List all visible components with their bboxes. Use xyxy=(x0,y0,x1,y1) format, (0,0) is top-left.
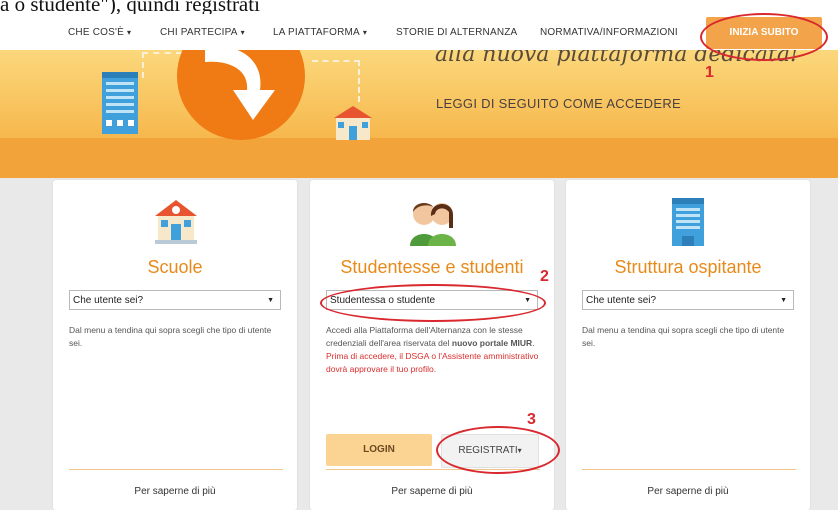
nav-item-che-cose[interactable]: CHE COS'È ▾ xyxy=(68,27,131,38)
warning-text: Prima di accedere, il DSGA o l'Assistent… xyxy=(326,351,539,374)
card-description: Dal menu a tendina qui sopra scegli che … xyxy=(582,325,785,348)
logo-arrow-icon xyxy=(177,50,305,140)
nav-item-chi-partecipa[interactable]: CHI PARTECIPA ▾ xyxy=(160,27,245,38)
learn-more-link[interactable]: Per saperne di più xyxy=(566,486,810,497)
card-struttura: Struttura ospitante Che utente sei? ▼ Dal… xyxy=(566,180,810,510)
divider xyxy=(69,469,283,470)
card-title: Scuole xyxy=(147,257,203,277)
hero-subtitle: LEGGI DI SEGUITO COME ACCEDERE xyxy=(436,96,681,111)
portal-name: nuovo portale MIUR xyxy=(451,338,533,348)
dropdown-arrow-icon: ▼ xyxy=(267,297,274,304)
select-value: Che utente sei? xyxy=(73,295,144,306)
nav-item-la-piattaforma[interactable]: LA PIATTAFORMA ▾ xyxy=(273,27,367,38)
annotation-number: 1 xyxy=(705,64,714,81)
chevron-down-icon: ▾ xyxy=(240,28,245,37)
login-button[interactable]: LOGIN xyxy=(326,434,432,466)
nav-item-storie[interactable]: STORIE DI ALTERNANZA xyxy=(396,27,517,38)
select-value: Che utente sei? xyxy=(586,295,657,306)
students-icon xyxy=(410,203,456,246)
annotation-ring xyxy=(320,284,546,322)
annotation-ring xyxy=(436,426,560,474)
building-icon xyxy=(672,198,704,246)
school-icon xyxy=(155,200,197,244)
card-description: Accedi alla Piattaforma dell'Alternanza … xyxy=(326,324,540,376)
dashed-connector xyxy=(312,60,360,102)
office-building-icon xyxy=(102,72,138,134)
chevron-down-icon: ▾ xyxy=(362,28,368,37)
hero-band xyxy=(0,138,838,178)
description-end: . xyxy=(532,338,535,348)
nav-label: CHI PARTECIPA xyxy=(160,27,238,38)
user-type-select[interactable]: Che utente sei? ▼ xyxy=(582,290,794,310)
school-small-icon xyxy=(334,106,372,140)
nav-label: STORIE DI ALTERNANZA xyxy=(396,27,518,38)
nav-label: LA PIATTAFORMA xyxy=(273,27,360,38)
annotation-number: 2 xyxy=(540,268,549,285)
divider xyxy=(582,469,796,470)
annotation-number: 3 xyxy=(527,411,536,428)
learn-more-link[interactable]: Per saperne di più xyxy=(310,486,554,497)
user-type-select[interactable]: Che utente sei? ▼ xyxy=(69,290,281,310)
card-scuole: Scuole Che utente sei? ▼ Dal menu a tendi… xyxy=(53,180,297,510)
nav-label: CHE COS'È xyxy=(68,27,124,38)
card-title: Studentesse e studenti xyxy=(340,257,524,277)
card-description: Dal menu a tendina qui sopra scegli che … xyxy=(69,325,272,348)
annotation-ring xyxy=(700,13,828,61)
card-title: Struttura ospitante xyxy=(614,257,762,277)
learn-more-link[interactable]: Per saperne di più xyxy=(53,486,297,497)
chevron-down-icon: ▾ xyxy=(126,28,132,37)
nav-label: NORMATIVA/INFORMAZIONI xyxy=(540,27,678,38)
dropdown-arrow-icon: ▼ xyxy=(780,297,787,304)
nav-item-normativa[interactable]: NORMATIVA/INFORMAZIONI xyxy=(540,27,678,38)
caption-text: a o studente"), quindi registrati xyxy=(0,0,838,14)
